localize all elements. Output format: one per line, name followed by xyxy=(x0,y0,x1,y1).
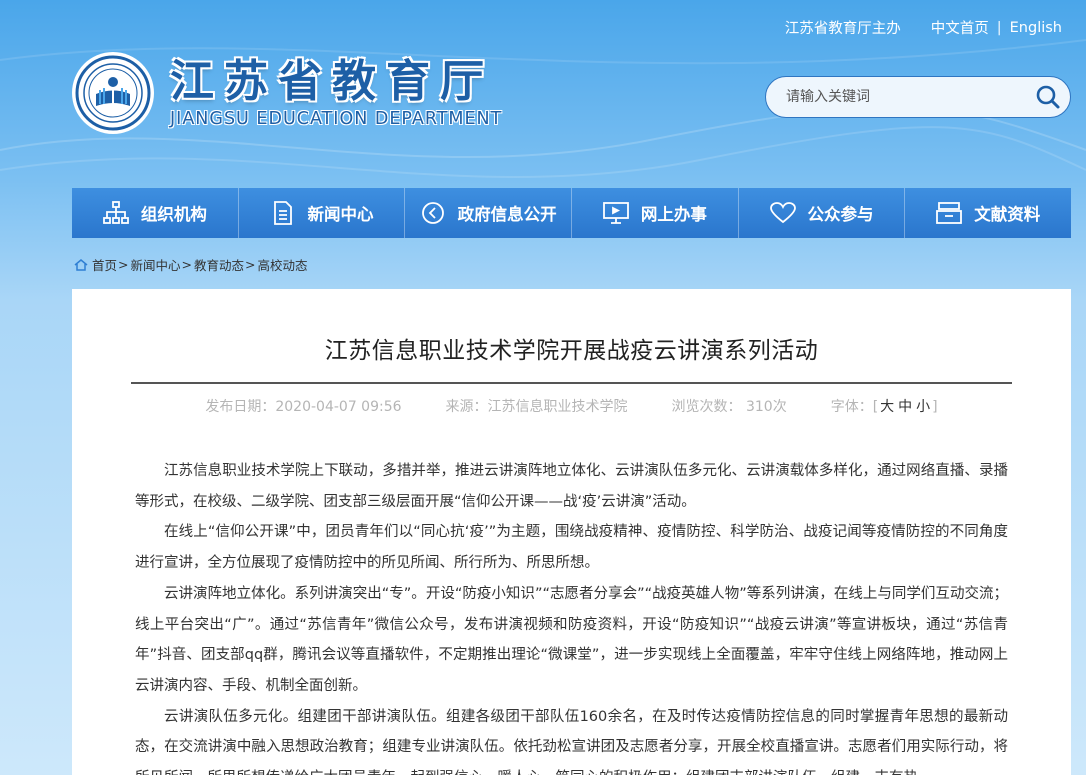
article-body: 江苏信息职业技术学院上下联动，多措并举，推进云讲演阵地立体化、云讲演队伍多元化、… xyxy=(135,456,1008,775)
nav-label: 文献资料 xyxy=(974,205,1041,224)
nav-label: 政府信息公开 xyxy=(457,205,557,224)
font-size-switcher: 字体：[大中小] xyxy=(831,396,938,416)
paragraph: 江苏信息职业技术学院上下联动，多措并举，推进云讲演阵地立体化、云讲演队伍多元化、… xyxy=(135,463,1008,510)
font-size-label: 字体：[ xyxy=(830,399,879,415)
paragraph: 云讲演阵地立体化。系列讲演突出“专”。开设“防疫小知识”“志愿者分享会”“战疫英… xyxy=(135,585,1008,694)
english-link[interactable]: English xyxy=(1010,20,1062,36)
top-link-divider: | xyxy=(996,19,1002,36)
font-medium-button[interactable]: 中 xyxy=(898,399,912,415)
nav-item-public-participation[interactable]: 公众参与 xyxy=(739,188,906,238)
heart-icon xyxy=(769,200,796,226)
breadcrumb-separator: > xyxy=(245,257,256,272)
font-large-button[interactable]: 大 xyxy=(880,399,894,415)
monitor-icon xyxy=(602,200,629,226)
nav-label: 新闻中心 xyxy=(307,205,374,224)
view-count: 浏览次数： 310次 xyxy=(671,399,787,415)
archive-icon xyxy=(936,200,963,226)
chinese-home-link[interactable]: 中文首页 xyxy=(931,17,989,38)
font-size-close: ] xyxy=(932,399,938,415)
breadcrumb-separator: > xyxy=(181,257,192,272)
document-icon xyxy=(270,200,296,226)
search-button[interactable] xyxy=(1026,77,1070,117)
nav-item-gov-info[interactable]: 政府信息公开 xyxy=(405,188,573,238)
nav-item-literature[interactable]: 文献资料 xyxy=(905,188,1071,238)
search-input[interactable] xyxy=(766,89,1026,105)
nav-item-news[interactable]: 新闻中心 xyxy=(239,188,406,238)
article-meta: 发布日期：2020-04-07 09:56 来源：江苏信息职业技术学院 浏览次数… xyxy=(72,396,1071,416)
font-small-button[interactable]: 小 xyxy=(916,399,930,415)
breadcrumb-separator: > xyxy=(118,257,129,272)
nav-item-online-services[interactable]: 网上办事 xyxy=(572,188,739,238)
breadcrumb-news-center[interactable]: 新闻中心 xyxy=(131,255,181,274)
paragraph: 在线上“信仰公开课”中，团员青年们以“同心抗‘疫’”为主题，围绕战疫精神、疫情防… xyxy=(135,524,1008,572)
site-logo[interactable]: 江苏省教育厅 JIANGSU EDUCATION DEPARTMENT xyxy=(72,52,502,134)
megaphone-icon xyxy=(420,200,446,226)
nav-label: 公众参与 xyxy=(807,205,874,224)
article-title: 江苏信息职业技术学院开展战疫云讲演系列活动 xyxy=(324,338,819,364)
nav-label: 组织机构 xyxy=(140,205,207,224)
department-seal-icon xyxy=(72,52,154,134)
breadcrumb-university-news[interactable]: 高校动态 xyxy=(258,255,308,274)
top-links: 江苏省教育厅主办 中文首页 | English xyxy=(785,17,1062,38)
home-icon xyxy=(74,258,88,271)
nav-item-organization[interactable]: 组织机构 xyxy=(72,188,239,238)
org-chart-icon xyxy=(102,200,129,226)
paragraph: 云讲演队伍多元化。组建团干部讲演队伍。组建各级团干部队伍160余名，在及时传达疫… xyxy=(135,708,1008,775)
main-nav: 组织机构 新闻中心 政府信息公开 网上办事 公众参与 文献资料 xyxy=(72,188,1071,238)
breadcrumb-home[interactable]: 首页 xyxy=(92,255,117,274)
article-panel: 江苏信息职业技术学院开展战疫云讲演系列活动 发布日期：2020-04-07 09… xyxy=(72,289,1071,775)
site-title-cn: 江苏省教育厅 xyxy=(170,56,494,107)
host-text: 江苏省教育厅主办 xyxy=(784,21,901,37)
breadcrumb-education-news[interactable]: 教育动态 xyxy=(194,255,244,274)
search-box xyxy=(765,76,1071,118)
breadcrumb: 首页 > 新闻中心 > 教育动态 > 高校动态 xyxy=(74,255,308,274)
title-divider xyxy=(131,382,1012,384)
article-source: 来源：江苏信息职业技术学院 xyxy=(445,399,628,415)
site-title-en: JIANGSU EDUCATION DEPARTMENT xyxy=(170,109,503,129)
publish-date: 发布日期：2020-04-07 09:56 xyxy=(205,399,402,415)
search-icon xyxy=(1036,85,1060,109)
nav-label: 网上办事 xyxy=(640,205,707,224)
